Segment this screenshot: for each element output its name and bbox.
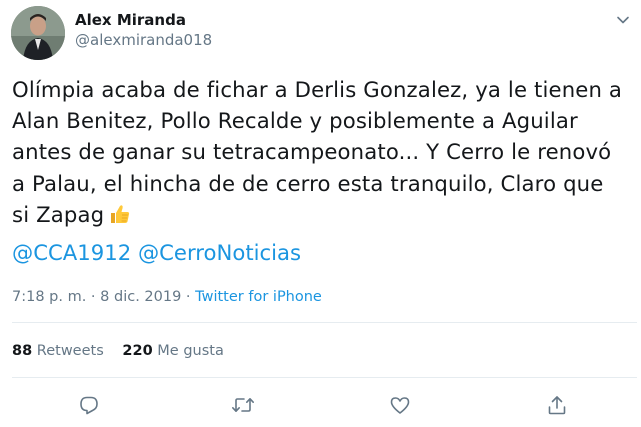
tweet-header: Alex Miranda @alexmiranda018 bbox=[11, 6, 631, 60]
avatar[interactable] bbox=[11, 6, 65, 60]
likes-stat[interactable]: 220 Me gusta bbox=[122, 343, 223, 359]
author-handle[interactable]: @alexmiranda018 bbox=[75, 30, 212, 50]
reply-icon[interactable] bbox=[76, 392, 102, 418]
retweets-count: 88 bbox=[12, 343, 33, 359]
likes-label: Me gusta bbox=[157, 343, 224, 359]
meta-separator: · bbox=[181, 289, 196, 305]
tweet-text-line: Alan Benitez, Pollo Recalde y posiblemen… bbox=[12, 108, 578, 134]
tweet-card: Alex Miranda @alexmiranda018 Olímpia aca… bbox=[0, 0, 641, 427]
mention-link[interactable]: @CCA1912 bbox=[12, 240, 131, 265]
tweet-mentions: @CCA1912 @CerroNoticias bbox=[12, 237, 301, 268]
retweet-icon[interactable] bbox=[230, 392, 256, 418]
tweet-stats: 88 Retweets 220 Me gusta bbox=[12, 341, 238, 361]
tweet-actions bbox=[0, 392, 641, 418]
tweet-text-line: antes de ganar su tetracampeonato... Y C… bbox=[12, 139, 612, 165]
tweet-source-link[interactable]: Twitter for iPhone bbox=[195, 289, 322, 305]
tweet-time[interactable]: 7:18 p. m. bbox=[12, 289, 86, 305]
tweet-date[interactable]: 8 dic. 2019 bbox=[100, 289, 181, 305]
retweets-label: Retweets bbox=[36, 343, 104, 359]
meta-separator: · bbox=[86, 289, 101, 305]
likes-count: 220 bbox=[122, 343, 153, 359]
tweet-text-line-last: si Zapag bbox=[12, 199, 632, 230]
tweet-text-line: a Palau, el hincha de de cerro esta tran… bbox=[12, 170, 604, 196]
tweet-text-line: Olímpia acaba de fichar a Derlis Gonzale… bbox=[12, 77, 623, 102]
like-icon[interactable] bbox=[387, 392, 413, 418]
divider bbox=[12, 322, 637, 323]
thumbs-up-icon bbox=[108, 202, 132, 226]
tweet-text: Olímpia acaba de fichar a Derlis Gonzale… bbox=[12, 74, 632, 230]
author-display-name[interactable]: Alex Miranda bbox=[75, 10, 212, 30]
share-icon[interactable] bbox=[544, 392, 570, 418]
retweets-stat[interactable]: 88 Retweets bbox=[12, 343, 104, 359]
author-info[interactable]: Alex Miranda @alexmiranda018 bbox=[75, 10, 212, 50]
tweet-text-line: si Zapag bbox=[12, 201, 105, 227]
chevron-down-icon[interactable] bbox=[615, 12, 631, 28]
tweet-meta: 7:18 p. m. · 8 dic. 2019 · Twitter for i… bbox=[12, 287, 322, 307]
divider bbox=[12, 377, 637, 378]
mention-link[interactable]: @CerroNoticias bbox=[138, 240, 301, 265]
